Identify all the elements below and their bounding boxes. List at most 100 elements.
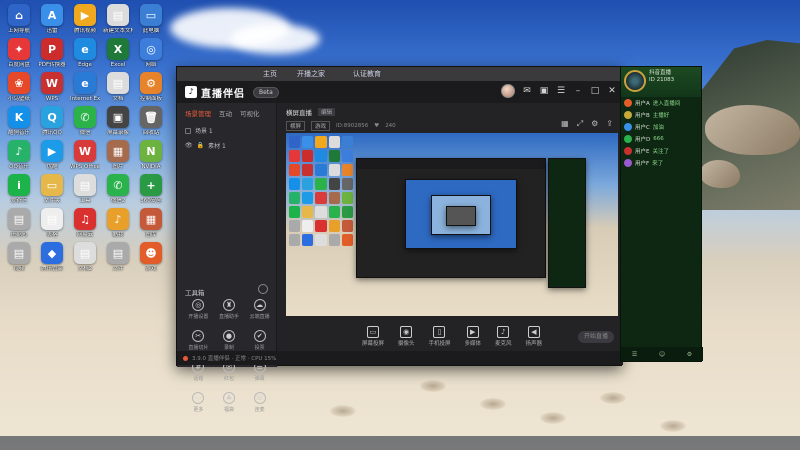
tool-item[interactable]: ✔ 投票 — [244, 330, 275, 351]
chat-message[interactable]: 用户D 666 — [621, 133, 701, 145]
menu-live-home[interactable]: 开播之家 — [297, 69, 325, 79]
expand-icon[interactable]: ⤢ — [577, 119, 583, 129]
share-icon[interactable]: ⇪ — [606, 119, 613, 129]
desktop-icon[interactable]: ◎ 网络 — [136, 38, 166, 69]
chat-message[interactable]: 用户F 来了 — [621, 157, 701, 169]
streaming-app-window[interactable]: 主页 开播之家 认证教育 ♪ 直播伴侣 Beta ✉ ▣ ☰ – □ ✕ 场景管… — [176, 66, 623, 413]
desktop-icon[interactable]: ◆ 腾讯管家 — [37, 242, 67, 273]
desktop-icon[interactable]: ▶ 腾讯视频 — [70, 4, 100, 35]
desktop-icon[interactable]: K 酷狗音乐 — [4, 106, 34, 137]
desktop-icon[interactable]: ▭ 此电脑 — [136, 4, 166, 35]
desktop-icon[interactable]: ▶ 优酷 — [37, 140, 67, 171]
desktop-icon[interactable]: e Edge — [70, 38, 100, 69]
desktop-icon[interactable]: ✦ 百度网盘 — [4, 38, 34, 69]
tool-item[interactable]: ✂ 直播切片 — [183, 330, 214, 351]
shirt-icon[interactable]: ▣ — [539, 86, 549, 96]
lock-icon[interactable]: 🔒 — [197, 142, 204, 149]
room-avatar-icon[interactable] — [624, 70, 646, 92]
chat-message[interactable]: 用户E 关注了 — [621, 145, 701, 157]
desktop-icon[interactable]: P PDF转换器 — [37, 38, 67, 69]
desktop-icon[interactable]: ▤ 工具 — [70, 174, 100, 205]
eye-icon[interactable]: 👁 — [185, 142, 193, 149]
tool-item[interactable]: ● 录制 — [214, 330, 245, 351]
tab-interact[interactable]: 互动 — [219, 108, 232, 118]
source-button[interactable]: ▶ 多媒体 — [465, 325, 481, 347]
desktop-icon[interactable]: ▤ 文档 — [103, 72, 133, 103]
source-button[interactable]: ▭ 屏幕投屏 — [362, 325, 384, 347]
live-preview[interactable] — [286, 133, 618, 316]
desktop-icon[interactable]: ♪ 酷我 — [103, 208, 133, 239]
tool-item[interactable]: ☁ 云端直播 — [244, 299, 275, 320]
chat-menu-icon[interactable]: ☰ — [632, 351, 637, 358]
chat-message[interactable]: 用户C 加油 — [621, 121, 701, 133]
user-avatar[interactable] — [501, 84, 515, 98]
tag-category[interactable]: 游戏 — [311, 121, 331, 131]
main-content: 横屏直播 编辑 横屏 游戏 ID:8902856 ♥ 240 ▦ ⤢ ⚙ ⇪ ▭… — [278, 103, 623, 353]
desktop-icon[interactable]: ▤ 文件 — [103, 242, 133, 273]
chat-settings-icon[interactable]: ⚙ — [687, 351, 692, 358]
app-logo: ♪ 直播伴侣 — [185, 85, 245, 100]
tab-scenes[interactable]: 场景管理 — [185, 108, 211, 118]
menu-home[interactable]: 主页 — [263, 69, 277, 79]
desktop-icon[interactable]: X Excel — [103, 38, 133, 69]
desktop-icon[interactable]: ▤ 表格 — [37, 208, 67, 239]
source-button[interactable]: ◀ 扬声器 — [526, 325, 542, 347]
message-icon[interactable]: ✉ — [522, 86, 532, 96]
tag-orientation[interactable]: 横屏 — [286, 121, 306, 131]
desktop-icon[interactable]: ☻ 游戏 — [136, 242, 166, 273]
tool-item[interactable]: ♣ 福袋 — [214, 392, 245, 413]
desktop-icon[interactable]: ❀ 小鸟壁纸 — [4, 72, 34, 103]
edit-button[interactable]: 编辑 — [318, 108, 336, 116]
preview-icon — [328, 178, 340, 190]
source-button-label: 麦克风 — [495, 340, 512, 347]
source-button[interactable]: ▯ 手机投屏 — [428, 325, 451, 347]
desktop-icon[interactable]: +360安全 — [136, 174, 166, 205]
emoji-icon[interactable]: ☺ — [659, 351, 665, 358]
maximize-icon[interactable]: □ — [590, 86, 600, 96]
desktop-icon[interactable]: A 迅雷 — [37, 4, 67, 35]
menu-icon[interactable]: ☰ — [556, 86, 566, 96]
desktop-icon[interactable]: 🗑 回收站 — [136, 106, 166, 137]
desktop-icon[interactable]: ▤ 新建文本文档 — [103, 4, 133, 35]
desktop-icon[interactable]: ▤ 文档2 — [70, 242, 100, 273]
desktop-icon[interactable]: ✆ 微信 — [70, 106, 100, 137]
tool-item[interactable]: ⋯ 更多 — [183, 392, 214, 413]
desktop-icon[interactable]: N NVIDIA — [136, 140, 166, 171]
desktop-icon[interactable]: ⌂ 上网导航 — [4, 4, 34, 35]
start-live-button[interactable]: 开始直播 — [578, 331, 614, 343]
source-button[interactable]: ♪ 麦克风 — [495, 325, 512, 347]
settings-icon[interactable]: ⚙ — [591, 119, 598, 129]
desktop-icon[interactable]: ▤ 压缩包 — [4, 208, 34, 239]
tool-item[interactable]: ◎ 开播设置 — [183, 299, 214, 320]
chat-message[interactable]: 用户B 主播好 — [621, 109, 701, 121]
source-button[interactable]: ◉ 摄像头 — [398, 325, 414, 347]
source-item[interactable]: 👁 🔒 素材 1 — [177, 138, 276, 153]
chat-message[interactable]: 用户A 进入直播间 — [621, 97, 701, 109]
close-icon[interactable]: ✕ — [607, 86, 617, 96]
tool-item[interactable]: ♜ 直播助手 — [214, 299, 245, 320]
desktop-icon[interactable]: ✆ 微信2 — [103, 174, 133, 205]
desktop-icon[interactable]: ▭ 文件夹 — [37, 174, 67, 205]
scene-item[interactable]: 场景 1 — [177, 123, 276, 138]
desktop-icon[interactable]: ▦ 图库 — [136, 208, 166, 239]
chat-panel[interactable]: 抖音直播 ID 21083 用户A 进入直播间 用户B 主播好 用户C 加油 用户D 666 用… — [620, 66, 703, 362]
desktop-icon[interactable]: ♫ 网易云 — [70, 208, 100, 239]
toolbox-toggle[interactable] — [258, 284, 268, 294]
minimize-icon[interactable]: – — [573, 86, 583, 96]
tool-item[interactable]: ☏ 连麦 — [244, 392, 275, 413]
scene-checkbox[interactable] — [185, 127, 191, 134]
desktop-icon[interactable]: i 爱奇艺 — [4, 174, 34, 205]
desktop-icon[interactable]: W WPS Office — [70, 140, 100, 171]
layout-icon[interactable]: ▦ — [561, 119, 569, 129]
desktop-icon[interactable]: W WPS — [37, 72, 67, 103]
desktop-icon-label: 爱奇艺 — [10, 198, 28, 204]
desktop-icon[interactable]: ▣ 屏幕录像 — [103, 106, 133, 137]
desktop-icon[interactable]: e Internet Explorer — [70, 72, 100, 103]
desktop-icon[interactable]: ⚙ 控制面板 — [136, 72, 166, 103]
tab-visual[interactable]: 可视化 — [240, 108, 260, 118]
desktop-icon[interactable]: ▦ 图片 — [103, 140, 133, 171]
menu-education[interactable]: 认证教育 — [353, 69, 381, 79]
desktop-icon[interactable]: Q 腾讯QQ — [37, 106, 67, 137]
desktop-icon[interactable]: ♪ QQ音乐 — [4, 140, 34, 171]
desktop-icon[interactable]: ▤ 视频 — [4, 242, 34, 273]
